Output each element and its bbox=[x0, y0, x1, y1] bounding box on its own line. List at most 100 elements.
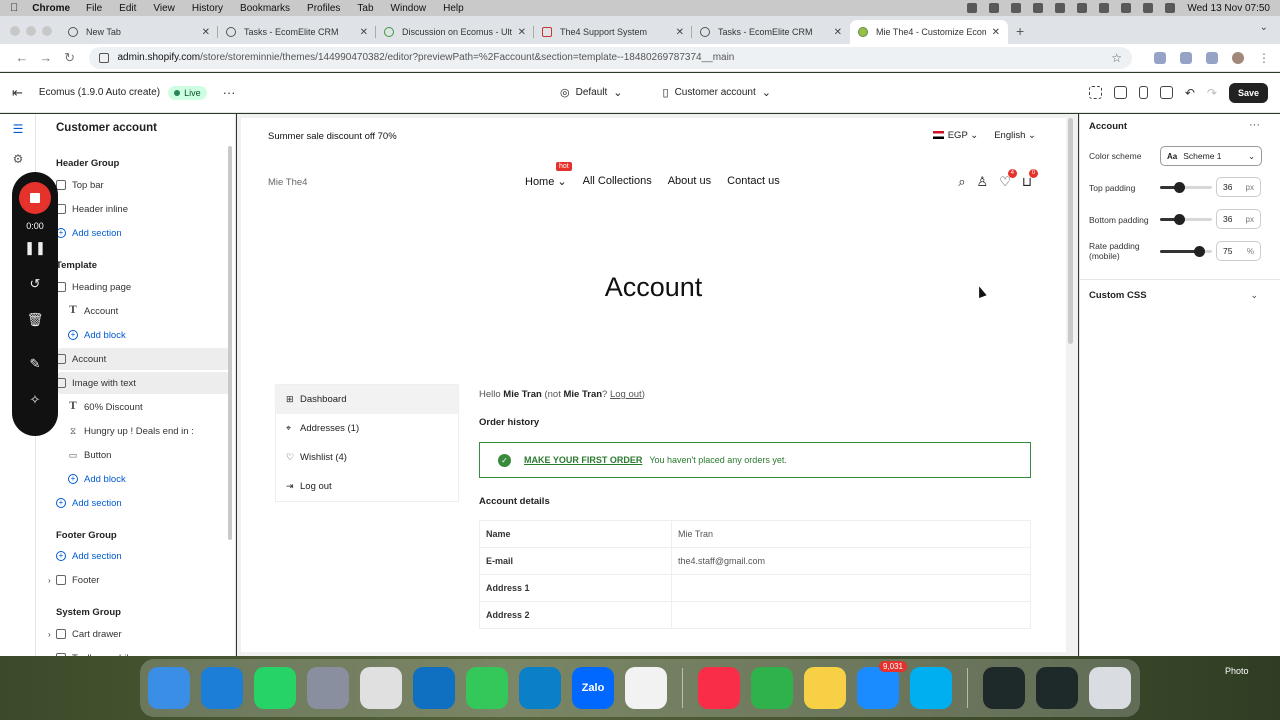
trash-icon[interactable]: 🗑 bbox=[12, 312, 58, 328]
browser-menu-icon[interactable]: ⋮ bbox=[1258, 51, 1270, 65]
save-button[interactable]: Save bbox=[1228, 82, 1268, 103]
logout-link[interactable]: Log out bbox=[610, 389, 642, 400]
close-tab-icon[interactable]: ✕ bbox=[202, 27, 210, 38]
account-menu-logout[interactable]: ⇥ Log out bbox=[276, 472, 458, 501]
sidebar-item[interactable]: T Account bbox=[68, 300, 235, 322]
menubar-item[interactable]: Help bbox=[443, 3, 464, 14]
more-actions-icon[interactable]: ··· bbox=[223, 85, 236, 100]
effects-icon[interactable]: ✧ bbox=[12, 392, 58, 408]
rate-padding-slider[interactable] bbox=[1160, 246, 1212, 257]
dock-app-edge-icon[interactable] bbox=[519, 667, 561, 709]
nav-all-collections[interactable]: All Collections bbox=[583, 175, 652, 188]
bottom-padding-slider[interactable] bbox=[1160, 214, 1212, 225]
dock-app-freeform-icon[interactable] bbox=[625, 667, 667, 709]
sidebar-item[interactable]: ▭ Button bbox=[68, 444, 235, 466]
slider-handle[interactable] bbox=[1173, 182, 1185, 193]
dock-app-notes-icon[interactable] bbox=[804, 667, 846, 709]
status-app-icon[interactable] bbox=[1033, 3, 1044, 13]
dock-app-mail-icon[interactable]: 9,031 bbox=[857, 661, 907, 709]
top-padding-input[interactable]: 36 px bbox=[1216, 177, 1261, 197]
sections-icon[interactable]: ☰ bbox=[11, 122, 25, 136]
dock-app-finder-icon[interactable] bbox=[148, 667, 190, 709]
close-tab-icon[interactable]: ✕ bbox=[676, 27, 684, 38]
tab-search-icon[interactable]: ⌄ bbox=[1260, 22, 1268, 33]
dock-app-messages-icon[interactable] bbox=[466, 667, 508, 709]
exit-editor-icon[interactable]: ⇤ bbox=[12, 85, 23, 101]
dock-app-vs-code-icon[interactable] bbox=[413, 667, 455, 709]
dock-window-thumbnail[interactable] bbox=[983, 667, 1025, 709]
bluetooth-icon[interactable] bbox=[1099, 3, 1110, 13]
redo-icon[interactable]: ↷ bbox=[1207, 86, 1217, 100]
menubar-item[interactable]: Bookmarks bbox=[240, 3, 290, 14]
account-menu-addresses[interactable]: ⌖ Addresses (1) bbox=[276, 414, 458, 443]
back-icon[interactable]: ← bbox=[10, 50, 34, 65]
menubar-item[interactable]: Tab bbox=[357, 3, 373, 14]
add-block-button[interactable]: + Add block bbox=[68, 468, 235, 490]
pen-icon[interactable]: ✎ bbox=[12, 356, 58, 372]
sidebar-item[interactable]: Heading page bbox=[56, 276, 231, 298]
add-section-button[interactable]: + Add section bbox=[56, 545, 231, 567]
site-info-icon[interactable] bbox=[99, 52, 110, 63]
dock-app-safari-icon[interactable] bbox=[201, 667, 243, 709]
slider-handle[interactable] bbox=[1173, 214, 1185, 225]
menubar-item[interactable]: History bbox=[192, 3, 223, 14]
close-tab-icon[interactable]: ✕ bbox=[834, 27, 842, 38]
menubar-clock[interactable]: Wed 13 Nov 07:50 bbox=[1187, 3, 1270, 14]
browser-tab[interactable]: The4 Support System ✕ bbox=[534, 20, 692, 44]
sidebar-item[interactable]: T 60% Discount bbox=[68, 396, 235, 418]
sidebar-item[interactable]: › Cart drawer bbox=[48, 623, 231, 645]
dock-app-music-icon[interactable] bbox=[698, 667, 740, 709]
extension-icon[interactable] bbox=[1154, 51, 1166, 64]
menubar-item[interactable]: File bbox=[86, 3, 102, 14]
new-tab-button[interactable]: + bbox=[1016, 23, 1024, 39]
account-menu-dashboard[interactable]: ⊞ Dashboard bbox=[276, 385, 458, 414]
stop-recording-button[interactable] bbox=[19, 182, 51, 214]
restart-icon[interactable]: ↺ bbox=[12, 276, 58, 292]
first-order-link[interactable]: MAKE YOUR FIRST ORDER bbox=[524, 455, 642, 465]
extensions-puzzle-icon[interactable] bbox=[1206, 51, 1218, 64]
expand-chevron-icon[interactable]: › bbox=[48, 630, 51, 639]
sidebar-item[interactable]: ⧖ Hungry up ! Deals end in : bbox=[68, 420, 235, 442]
menubar-item[interactable]: Window bbox=[391, 3, 427, 14]
browser-tab[interactable]: Tasks - EcomElite CRM ✕ bbox=[692, 20, 850, 44]
status-app-icon[interactable] bbox=[1011, 3, 1022, 13]
sidebar-item[interactable]: › Footer bbox=[48, 569, 231, 591]
search-icon[interactable] bbox=[1143, 3, 1154, 13]
reload-icon[interactable]: ↻ bbox=[58, 50, 82, 66]
menubar-app-name[interactable]: Chrome bbox=[32, 3, 70, 14]
status-app-icon[interactable] bbox=[1055, 3, 1066, 13]
nav-about-us[interactable]: About us bbox=[668, 175, 711, 188]
desktop-view-icon[interactable] bbox=[1113, 86, 1127, 99]
language-selector[interactable]: English ⌄ bbox=[994, 130, 1036, 141]
mobile-view-icon[interactable] bbox=[1138, 86, 1148, 99]
dock-app-numbers-icon[interactable] bbox=[751, 667, 793, 709]
minimize-window-button[interactable] bbox=[26, 26, 36, 36]
close-tab-icon[interactable]: ✕ bbox=[360, 27, 368, 38]
dock-app-whatsapp-icon[interactable] bbox=[254, 667, 296, 709]
page-selector[interactable]: ▯ Customer account ⌄ bbox=[663, 86, 771, 99]
slider-handle[interactable] bbox=[1194, 246, 1205, 257]
store-logo[interactable]: Mie The4 bbox=[268, 177, 307, 188]
undo-icon[interactable]: ↶ bbox=[1185, 86, 1195, 100]
zoom-window-button[interactable] bbox=[42, 26, 52, 36]
custom-css-toggle[interactable]: Custom CSS bbox=[1089, 290, 1147, 301]
preview-scrollbar[interactable] bbox=[1068, 118, 1073, 344]
device-selector[interactable]: ◎ Default ⌄ bbox=[560, 86, 623, 99]
address-bar[interactable]: admin.shopify.com/store/storeminnie/them… bbox=[89, 46, 1132, 69]
rate-padding-input[interactable]: 75% bbox=[1216, 241, 1261, 261]
sidebar-item[interactable]: Account bbox=[56, 348, 231, 370]
dock-window-thumbnail[interactable] bbox=[1036, 667, 1078, 709]
expand-chevron-icon[interactable]: › bbox=[48, 576, 51, 585]
battery-icon[interactable] bbox=[1121, 3, 1132, 13]
control-center-icon[interactable] bbox=[1165, 3, 1176, 13]
extension-icon[interactable] bbox=[1180, 51, 1192, 64]
currency-selector[interactable]: EGP ⌄ bbox=[932, 130, 978, 141]
dock-app-launchpad-icon[interactable] bbox=[307, 667, 349, 709]
trash-icon[interactable] bbox=[1089, 667, 1131, 709]
dock-app-chrome-icon[interactable] bbox=[360, 667, 402, 709]
sidebar-item[interactable]: Image with text bbox=[56, 372, 231, 394]
menubar-item[interactable]: Profiles bbox=[307, 3, 340, 14]
add-section-button[interactable]: + Add section bbox=[56, 222, 231, 244]
browser-tab[interactable]: Discussion on Ecomus - Ultim ✕ bbox=[376, 20, 534, 44]
browser-tab[interactable]: New Tab ✕ bbox=[60, 20, 218, 44]
